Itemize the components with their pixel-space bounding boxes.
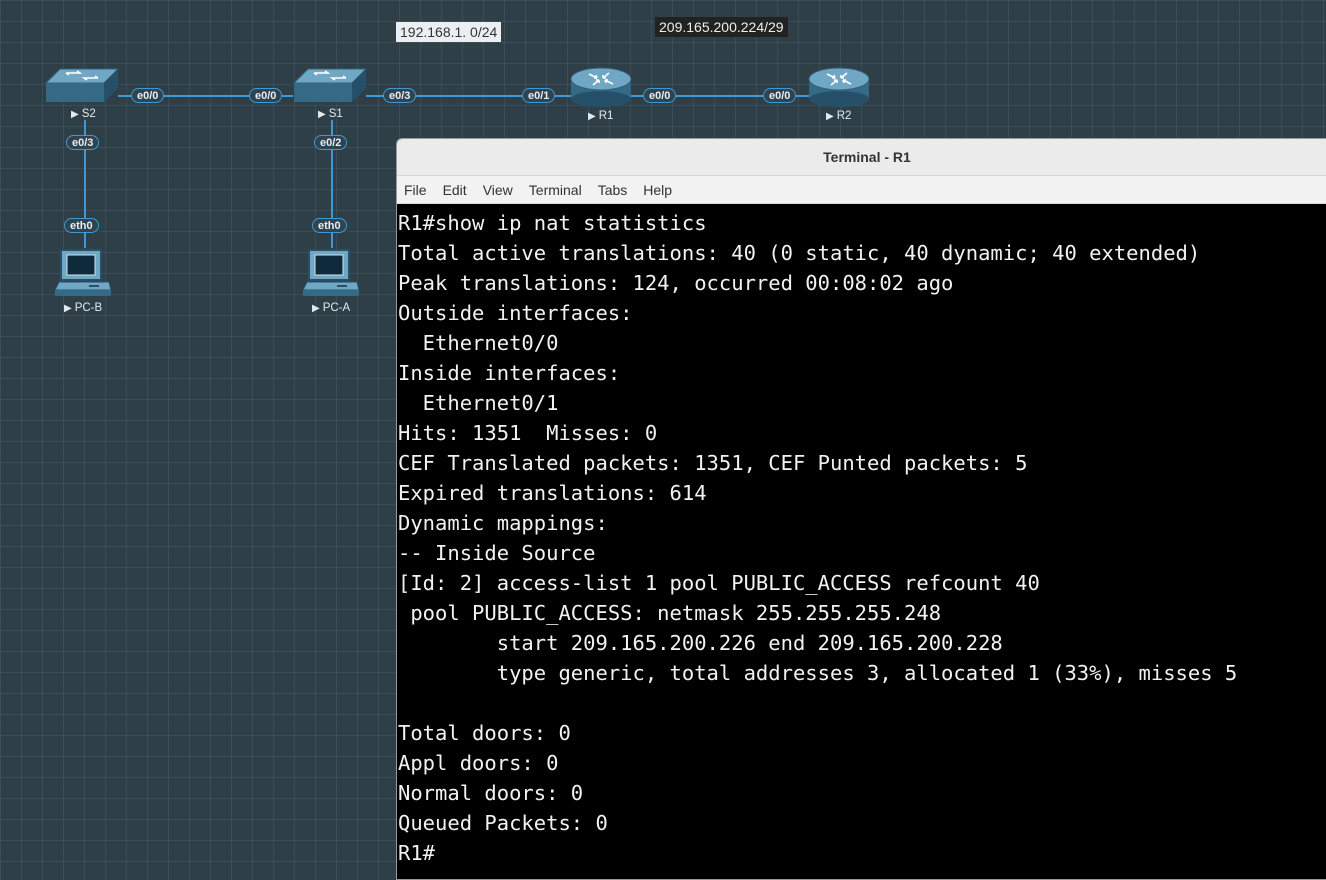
menu-view[interactable]: View (483, 182, 513, 198)
terminal-output[interactable]: R1#show ip nat statistics Total active t… (397, 204, 1326, 868)
port-r2-e0-0[interactable]: e0/0 (763, 88, 797, 103)
terminal-line: Expired translations: 614 (398, 481, 707, 505)
router-icon (808, 67, 870, 107)
menu-help[interactable]: Help (643, 182, 672, 198)
pc-icon (54, 249, 112, 296)
port-s1-e0-0[interactable]: e0/0 (249, 88, 283, 103)
network-label-lan[interactable]: 192.168.1. 0/24 (396, 22, 502, 42)
menu-tabs[interactable]: Tabs (598, 182, 628, 198)
device-label-r2[interactable]: ▶ R2 (826, 110, 851, 122)
switch-s1[interactable] (292, 66, 368, 106)
switch-icon (44, 68, 120, 102)
terminal-line: type generic, total addresses 3, allocat… (398, 661, 1238, 685)
terminal-line: Total active translations: 40 (0 static,… (398, 241, 1201, 265)
switch-s2[interactable] (44, 66, 120, 106)
terminal-line: Dynamic mappings: (398, 511, 608, 535)
terminal-menubar: File Edit View Terminal Tabs Help (397, 176, 1326, 204)
pc-a[interactable] (301, 246, 361, 300)
port-s1-e0-2[interactable]: e0/2 (314, 135, 348, 150)
port-s1-e0-3[interactable]: e0/3 (383, 88, 417, 103)
pc-icon (302, 249, 360, 296)
terminal-line: -- Inside Source (398, 541, 596, 565)
terminal-window[interactable]: Terminal - R1 File Edit View Terminal Ta… (396, 138, 1326, 880)
terminal-line: Queued Packets: 0 (398, 811, 608, 835)
menu-terminal[interactable]: Terminal (529, 182, 582, 198)
device-label-s1[interactable]: ▶ S1 (318, 108, 343, 120)
port-r1-e0-1[interactable]: e0/1 (522, 88, 556, 103)
start-triangle-icon: ▶ (312, 303, 320, 314)
terminal-line: Appl doors: 0 (398, 751, 559, 775)
terminal-line: CEF Translated packets: 1351, CEF Punted… (398, 451, 1028, 475)
terminal-prompt[interactable]: R1# (398, 838, 1326, 868)
terminal-line: Ethernet0/1 (398, 391, 559, 415)
terminal-titlebar[interactable]: Terminal - R1 (397, 139, 1326, 176)
terminal-line: pool PUBLIC_ACCESS: netmask 255.255.255.… (398, 601, 942, 625)
device-label-r1[interactable]: ▶ R1 (588, 110, 613, 122)
port-s2-e0-0[interactable]: e0/0 (131, 88, 165, 103)
router-icon (570, 67, 632, 107)
start-triangle-icon: ▶ (826, 111, 834, 122)
start-triangle-icon: ▶ (318, 109, 326, 120)
port-s2-e0-3[interactable]: e0/3 (66, 135, 100, 150)
terminal-title: Terminal - R1 (823, 149, 911, 165)
terminal-line: R1#show ip nat statistics (398, 211, 707, 235)
menu-edit[interactable]: Edit (443, 182, 467, 198)
terminal-line: start 209.165.200.226 end 209.165.200.22… (398, 631, 1003, 655)
switch-icon (292, 68, 368, 102)
terminal-line: Outside interfaces: (398, 301, 633, 325)
router-r1[interactable] (569, 65, 633, 109)
terminal-line: Normal doors: 0 (398, 781, 584, 805)
start-triangle-icon: ▶ (64, 303, 72, 314)
pc-b[interactable] (53, 246, 113, 300)
terminal-line: Total doors: 0 (398, 721, 571, 745)
router-r2[interactable] (807, 65, 871, 109)
start-triangle-icon: ▶ (588, 111, 596, 122)
device-label-pc-b[interactable]: ▶ PC-B (64, 302, 102, 314)
terminal-line: [Id: 2] access-list 1 pool PUBLIC_ACCESS… (398, 571, 1040, 595)
terminal-line: Hits: 1351 Misses: 0 (398, 421, 658, 445)
terminal-line: Peak translations: 124, occurred 00:08:0… (398, 271, 954, 295)
network-label-wan[interactable]: 209.165.200.224/29 (655, 17, 788, 37)
start-triangle-icon: ▶ (71, 109, 79, 120)
port-r1-e0-0[interactable]: e0/0 (643, 88, 677, 103)
port-pca-eth0[interactable]: eth0 (312, 218, 347, 233)
terminal-line: Inside interfaces: (398, 361, 621, 385)
device-label-s2[interactable]: ▶ S2 (71, 108, 96, 120)
device-label-pc-a[interactable]: ▶ PC-A (312, 302, 350, 314)
menu-file[interactable]: File (404, 182, 427, 198)
port-pcb-eth0[interactable]: eth0 (64, 218, 99, 233)
terminal-line: Ethernet0/0 (398, 331, 559, 355)
